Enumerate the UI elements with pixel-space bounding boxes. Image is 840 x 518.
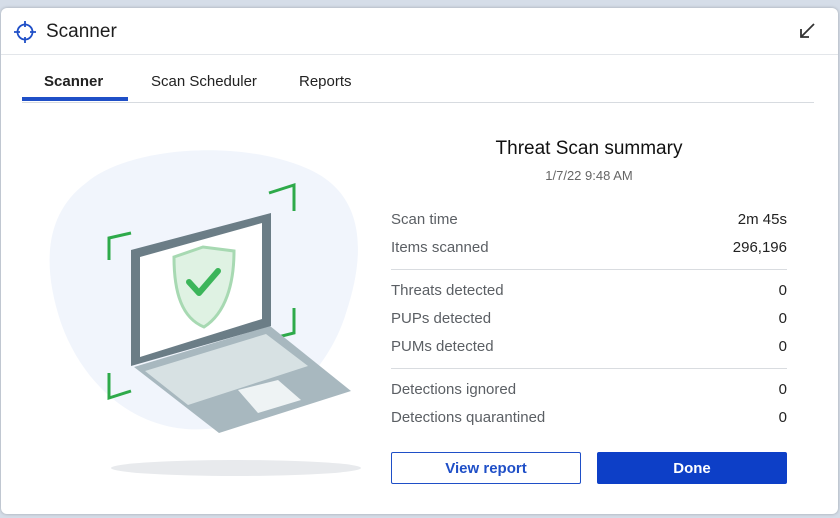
- row-pups-detected: PUPs detected 0: [391, 310, 787, 332]
- row-items-scanned: Items scanned 296,196: [391, 239, 787, 261]
- row-value: 0: [778, 409, 787, 426]
- row-scan-time: Scan time 2m 45s: [391, 211, 787, 233]
- row-value: 2m 45s: [737, 211, 787, 228]
- done-button[interactable]: Done: [597, 452, 787, 484]
- row-value: 0: [778, 338, 787, 355]
- tab-scanner[interactable]: Scanner: [44, 73, 103, 90]
- row-detections-quarantined: Detections quarantined 0: [391, 409, 787, 431]
- row-value: 0: [778, 381, 787, 398]
- row-label: PUMs detected: [391, 338, 494, 355]
- row-pums-detected: PUMs detected 0: [391, 338, 787, 360]
- tab-bar: Scanner Scan Scheduler Reports: [22, 56, 814, 103]
- row-value: 296,196: [732, 239, 787, 256]
- laptop-shield-check-icon: [49, 150, 361, 476]
- tab-scan-scheduler[interactable]: Scan Scheduler: [151, 73, 257, 90]
- row-label: Scan time: [391, 211, 458, 228]
- title-bar: Scanner: [1, 8, 838, 55]
- summary-date: 1/7/22 9:48 AM: [545, 168, 633, 183]
- crosshair-icon: [14, 21, 36, 43]
- restore-down-arrow-icon[interactable]: [798, 22, 816, 40]
- row-label: PUPs detected: [391, 310, 492, 327]
- row-label: Threats detected: [391, 282, 504, 299]
- row-threats-detected: Threats detected 0: [391, 282, 787, 304]
- view-report-button[interactable]: View report: [391, 452, 581, 484]
- divider: [391, 269, 787, 270]
- window-title: Scanner: [46, 21, 117, 42]
- summary-title: Threat Scan summary: [495, 138, 683, 159]
- row-label: Detections ignored: [391, 381, 517, 398]
- row-value: 0: [778, 282, 787, 299]
- scanner-window: Scanner Scanner Scan Scheduler Reports T…: [1, 8, 838, 514]
- row-value: 0: [778, 310, 787, 327]
- tab-reports[interactable]: Reports: [299, 73, 352, 90]
- row-label: Items scanned: [391, 239, 489, 256]
- row-label: Detections quarantined: [391, 409, 546, 426]
- active-tab-indicator: [22, 97, 128, 101]
- row-detections-ignored: Detections ignored 0: [391, 381, 787, 403]
- divider: [391, 368, 787, 369]
